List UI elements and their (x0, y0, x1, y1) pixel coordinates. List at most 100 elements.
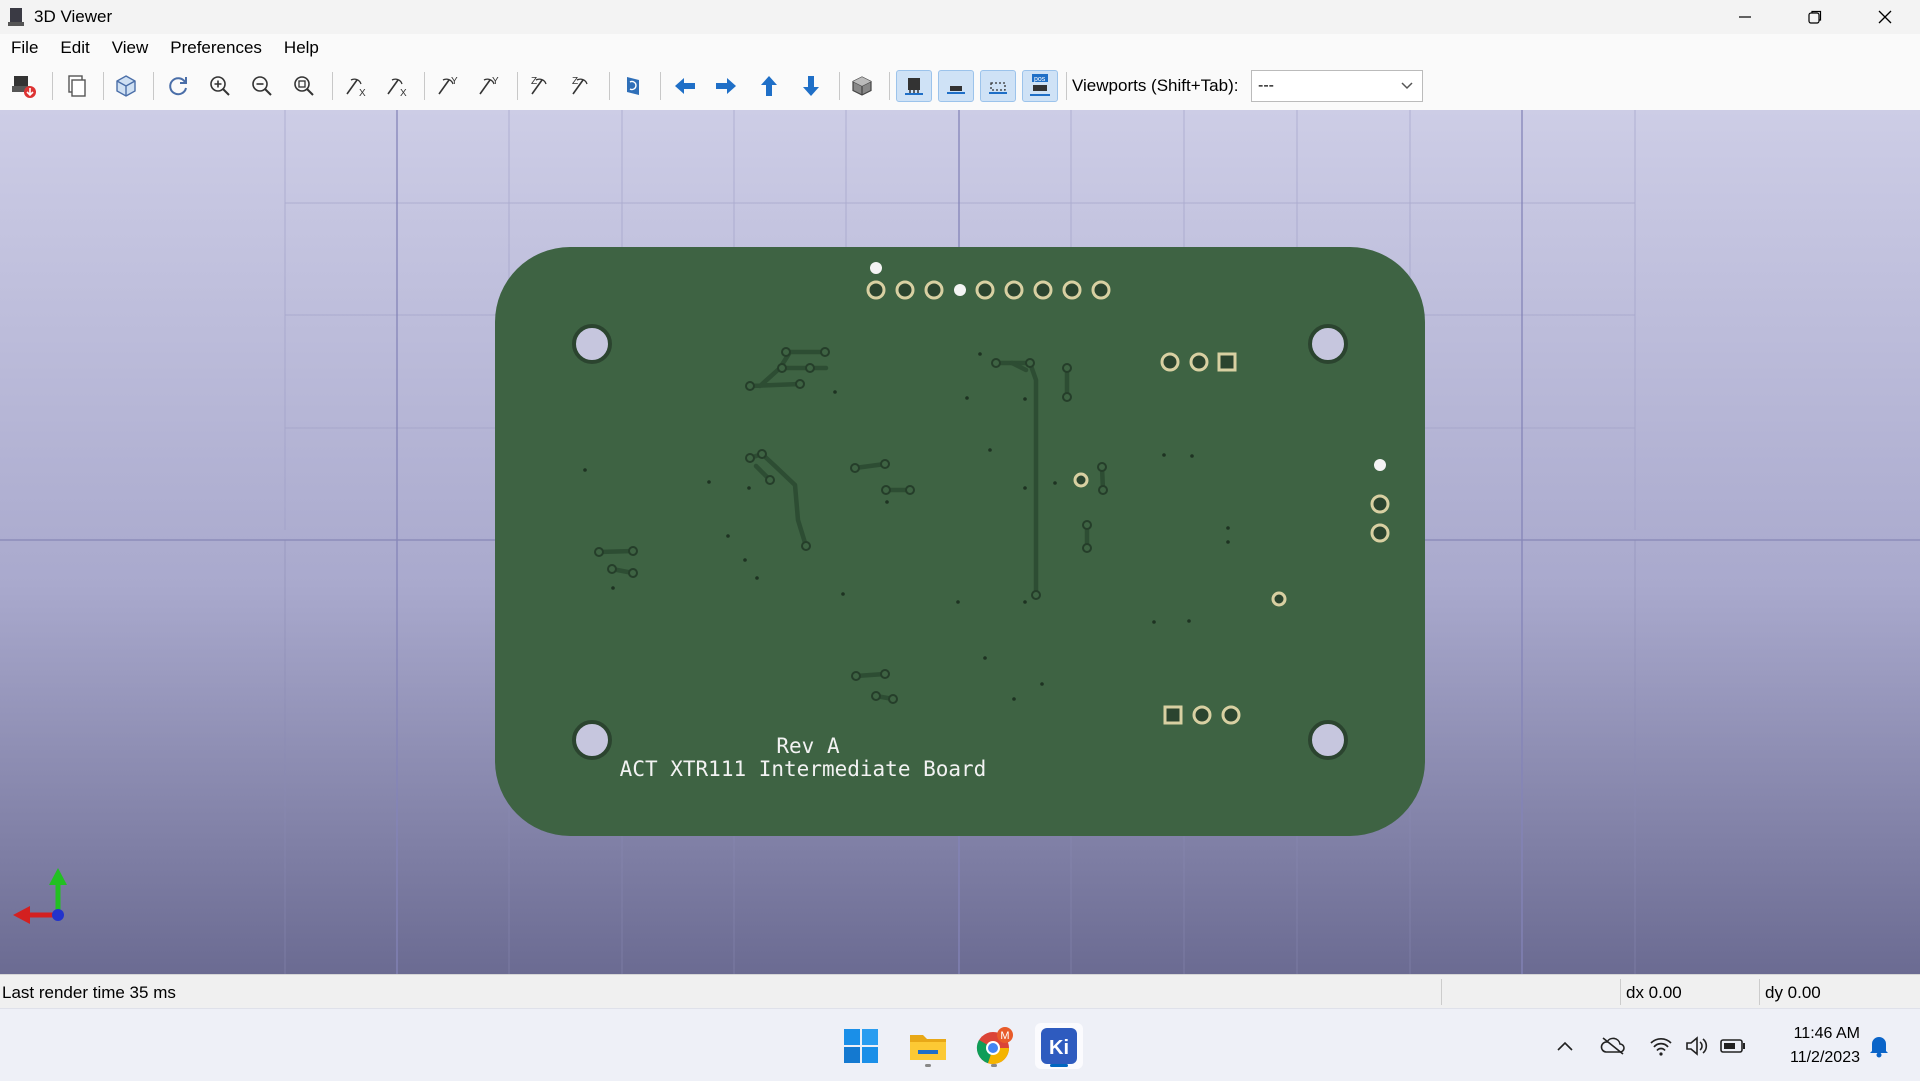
chevron-up-icon (1557, 1041, 1573, 1051)
file-explorer-button[interactable] (904, 1023, 952, 1069)
chrome-icon: M (976, 1027, 1013, 1065)
smd-model-icon (947, 86, 965, 94)
show-smd-models-button[interactable] (938, 70, 974, 102)
app-icon (8, 8, 24, 26)
mounting-hole (1308, 324, 1348, 364)
zoom-in-icon (210, 76, 230, 96)
axis-gizmo (13, 868, 67, 924)
status-bar: Last render time 35 ms dx 0.00 dy 0.00 (0, 974, 1920, 1009)
menu-edit[interactable]: Edit (49, 38, 100, 58)
menu-bar: File Edit View Preferences Help (0, 34, 1920, 62)
copy-button[interactable] (59, 70, 93, 102)
copy-icon (68, 75, 86, 97)
chrome-button[interactable]: M (970, 1023, 1018, 1069)
window-controls (1710, 0, 1920, 34)
cube-icon (116, 75, 136, 97)
clock-date: 11/2/2023 (1790, 1049, 1860, 1066)
export-image-button[interactable] (7, 70, 41, 102)
rotate-z-icon: Z (572, 76, 588, 95)
taskbar-clock[interactable]: 11:46 AM 11/2/2023 (1764, 1022, 1860, 1070)
kicad-icon: Ki (1041, 1028, 1077, 1064)
svg-text:pos: pos (1034, 76, 1046, 83)
show-hidden-icons-button[interactable] (1552, 1033, 1578, 1059)
menu-preferences[interactable]: Preferences (159, 38, 273, 58)
virtual-model-icon (989, 82, 1007, 94)
zoom-in-button[interactable] (203, 70, 237, 102)
move-down-button[interactable] (794, 70, 828, 102)
zoom-out-button[interactable] (245, 70, 279, 102)
export-image-icon (12, 76, 36, 98)
onedrive-button[interactable] (1600, 1033, 1626, 1059)
arrow-down-icon (803, 76, 819, 96)
wifi-icon (1650, 1037, 1672, 1056)
minimize-button[interactable] (1710, 0, 1780, 34)
cloud-offline-icon (1600, 1037, 1625, 1055)
battery-button[interactable] (1720, 1033, 1746, 1059)
svg-text:Y: Y (492, 76, 499, 87)
dy-readout: dy 0.00 (1765, 983, 1821, 1002)
menu-view[interactable]: View (101, 38, 160, 58)
rotate-y-icon: Y (479, 76, 499, 95)
menu-file[interactable]: File (0, 38, 49, 58)
restore-button[interactable] (1780, 0, 1850, 34)
rotate-y-cw-button[interactable]: Y (431, 70, 465, 102)
show-not-in-pos-models-button[interactable]: pos (1022, 70, 1058, 102)
windows-start-icon (844, 1029, 878, 1063)
box-icon (852, 76, 872, 96)
move-up-button[interactable] (752, 70, 786, 102)
svg-text:X: X (359, 88, 366, 98)
flip-board-icon (627, 77, 639, 95)
dx-readout: dx 0.00 (1626, 983, 1682, 1002)
pcb-board (495, 247, 1425, 836)
move-left-button[interactable] (668, 70, 702, 102)
via (1374, 459, 1386, 471)
rotate-x-ccw-button[interactable]: X (380, 70, 414, 102)
zoom-fit-icon (294, 76, 314, 96)
3d-viewport[interactable]: Rev A ACT XTR111 Intermediate Board (0, 110, 1920, 974)
rotate-y-ccw-button[interactable]: Y (472, 70, 506, 102)
silkscreen-board-name: ACT XTR111 Intermediate Board (620, 757, 987, 781)
tht-model-icon (905, 78, 923, 95)
orthographic-toggle-button[interactable] (845, 70, 879, 102)
arrow-right-icon (716, 78, 736, 94)
viewports-label: Viewports (Shift+Tab): (1072, 76, 1239, 95)
header-pins (866, 280, 1111, 300)
window-title: 3D Viewer (34, 7, 113, 26)
taskbar: M Ki 11:46 AM 11/2/2023 (0, 1008, 1920, 1081)
folder-icon (910, 1035, 946, 1060)
svg-text:X: X (400, 88, 407, 98)
rotate-z-icon: Z (531, 76, 547, 95)
toolbar: X X Y Y Z Z pos Viewports (Shift+Tab): -… (0, 62, 1920, 111)
3d-scene: Rev A ACT XTR111 Intermediate Board (0, 110, 1920, 974)
battery-icon (1720, 1039, 1745, 1053)
volume-button[interactable] (1684, 1033, 1710, 1059)
kicad-button[interactable]: Ki (1035, 1023, 1083, 1069)
menu-help[interactable]: Help (273, 38, 330, 58)
flip-board-button[interactable] (616, 70, 650, 102)
viewports-selected-value: --- (1258, 77, 1274, 94)
zoom-out-icon (252, 76, 272, 96)
close-button[interactable] (1850, 0, 1920, 34)
rotate-z-cw-button[interactable]: Z (524, 70, 558, 102)
show-virtual-models-button[interactable] (980, 70, 1016, 102)
viewports-select[interactable]: --- (1251, 70, 1423, 102)
start-button[interactable] (837, 1023, 885, 1069)
svg-text:Z: Z (572, 76, 578, 87)
title-bar: 3D Viewer (0, 0, 1920, 34)
zoom-fit-button[interactable] (287, 70, 321, 102)
close-icon (1878, 10, 1892, 24)
render-time-status: Last render time 35 ms (2, 983, 176, 1002)
reload-button[interactable] (161, 70, 195, 102)
render-options-button[interactable] (109, 70, 143, 102)
mounting-hole (572, 324, 612, 364)
show-tht-models-button[interactable] (896, 70, 932, 102)
move-right-button[interactable] (709, 70, 743, 102)
reload-icon (169, 77, 187, 96)
wifi-button[interactable] (1648, 1033, 1674, 1059)
minimize-icon (1739, 16, 1751, 18)
clock-time: 11:46 AM (1793, 1025, 1860, 1042)
notifications-button[interactable] (1866, 1033, 1892, 1059)
rotate-x-cw-button[interactable]: X (339, 70, 373, 102)
rotate-z-ccw-button[interactable]: Z (565, 70, 599, 102)
arrow-left-icon (675, 78, 695, 94)
